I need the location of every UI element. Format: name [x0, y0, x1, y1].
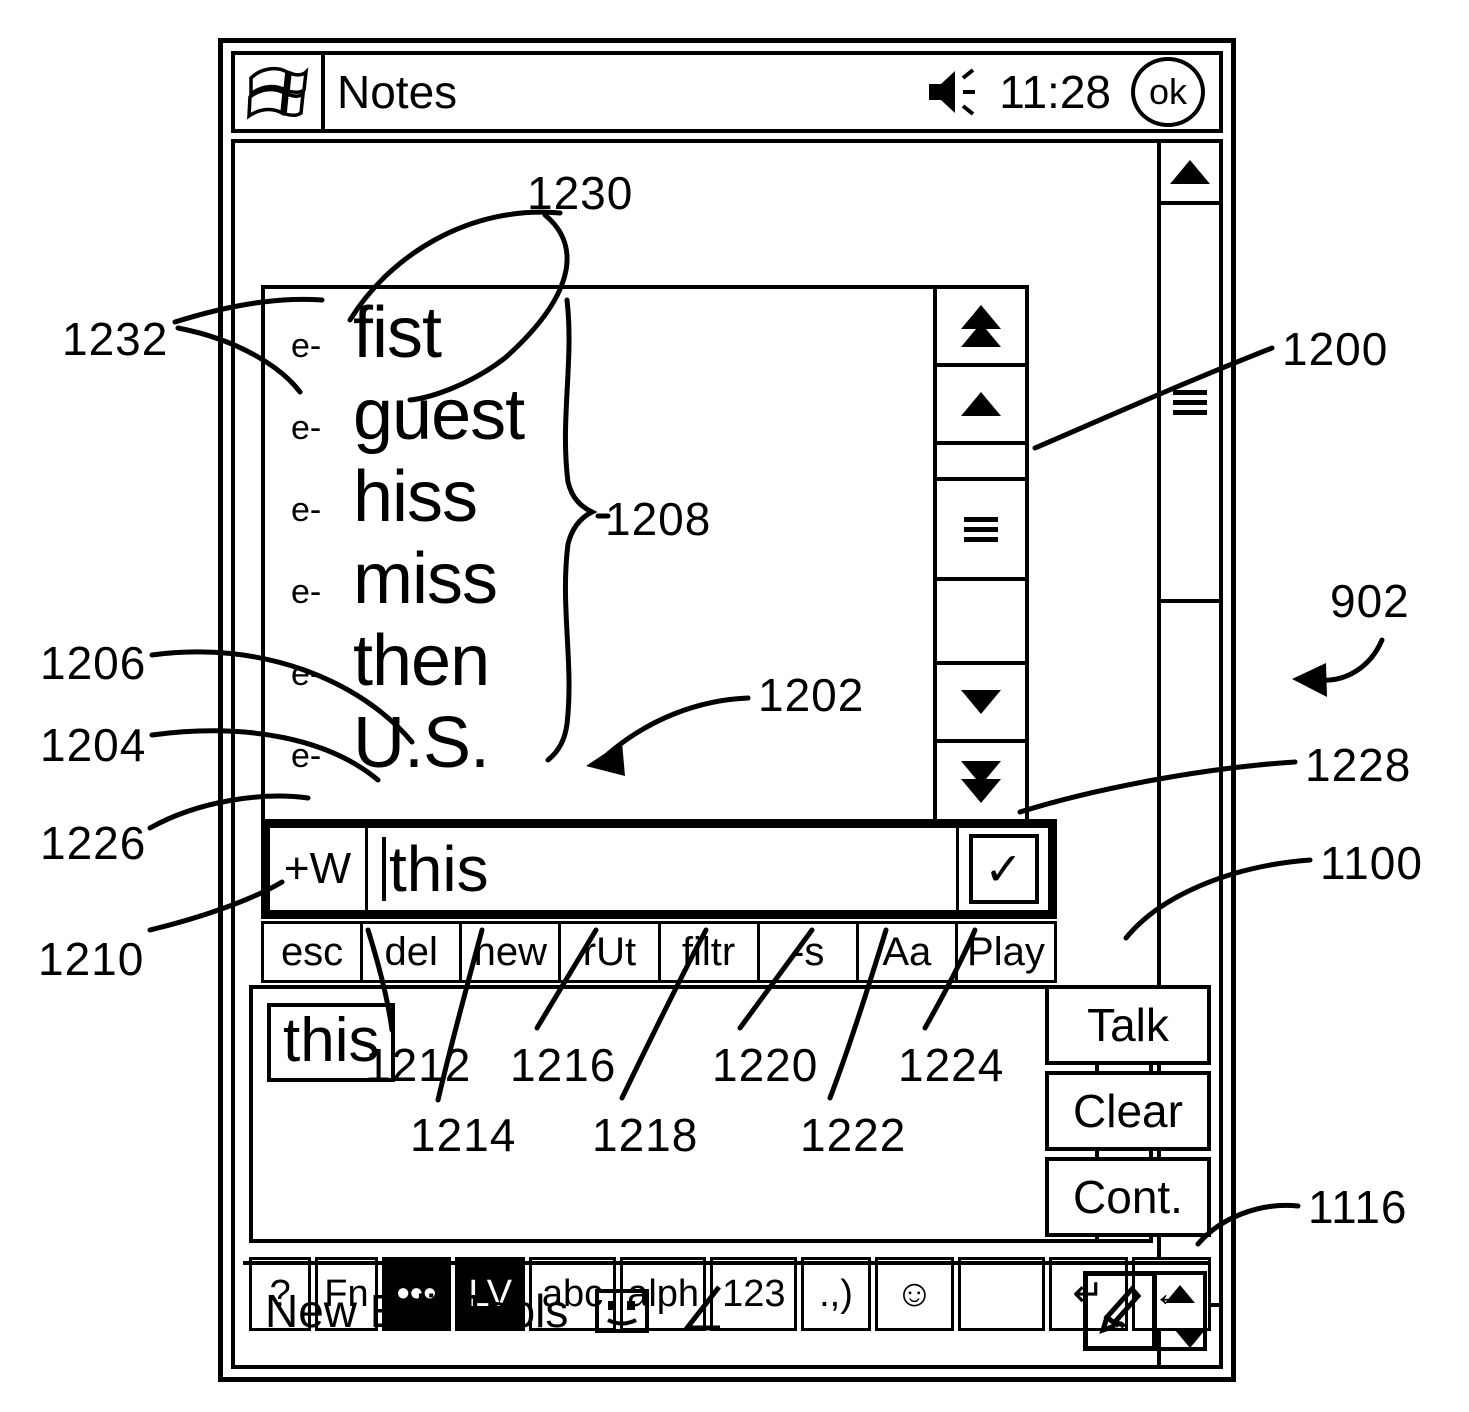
callout-1220: 1220: [712, 1039, 819, 1091]
clear-button[interactable]: Clear: [1045, 1071, 1211, 1151]
text-editor-area[interactable]: this: [249, 985, 1153, 1243]
ok-button[interactable]: ok: [1131, 57, 1205, 127]
list-item[interactable]: e- guest: [291, 379, 933, 461]
up-arrow-icon: [1165, 1285, 1195, 1303]
pen-icon[interactable]: [676, 1284, 728, 1338]
list-item-bullet: e-: [291, 409, 322, 447]
main-scroll-up-button[interactable]: [1161, 143, 1219, 205]
callout-1214: 1214: [410, 1109, 517, 1161]
down-arrow-icon: [961, 690, 1001, 714]
list-item-bullet: e-: [291, 655, 322, 693]
list-scroll-track[interactable]: [937, 581, 1025, 665]
start-button[interactable]: [235, 55, 325, 129]
grip-lines-icon: [964, 516, 998, 542]
command-key-del[interactable]: del: [360, 921, 460, 983]
add-word-button[interactable]: +W: [270, 828, 368, 910]
callout-1208: 1208: [605, 493, 712, 545]
command-key-rut[interactable]: rUt: [558, 921, 658, 983]
list-item[interactable]: e- fist: [291, 297, 933, 379]
list-item-bullet: e-: [291, 573, 322, 611]
main-scroll-thumb[interactable]: [1161, 205, 1219, 603]
callout-1200: 1200: [1282, 323, 1389, 375]
callout-1218: 1218: [592, 1109, 699, 1161]
double-up-arrow-icon: [961, 305, 1001, 347]
status-bar-icons: [594, 1284, 728, 1338]
list-item-bullet: e-: [291, 737, 322, 775]
word-list-scrollbar[interactable]: [933, 289, 1025, 821]
callout-1232: 1232: [62, 313, 169, 365]
callout-1226: 1226: [40, 817, 147, 869]
list-scroll-gap-top[interactable]: [937, 445, 1025, 481]
list-page-up-button[interactable]: [937, 289, 1025, 367]
list-page-down-button[interactable]: [937, 743, 1025, 821]
callout-902: 902: [1330, 575, 1410, 627]
word-input-bar[interactable]: +W this ✓: [261, 819, 1057, 919]
callout-1116: 1116: [1308, 1181, 1408, 1233]
word-list: e- fist e- guest e- hiss e- miss e- then…: [265, 289, 933, 821]
action-button-group: Talk Clear Cont.: [1045, 985, 1211, 1237]
callout-1216: 1216: [510, 1039, 617, 1091]
windows-flag-icon: [247, 64, 309, 120]
patent-figure: Notes 11:28 ok e- fist e- guest e- hiss …: [0, 0, 1469, 1412]
page-title: Notes: [337, 66, 458, 118]
list-item-bullet: e-: [291, 327, 322, 365]
callout-1204: 1204: [40, 719, 147, 771]
speaker-icon[interactable]: [923, 64, 985, 120]
list-line-down-button[interactable]: [937, 665, 1025, 743]
up-arrow-icon: [1170, 160, 1210, 184]
list-item-label: then: [353, 621, 490, 701]
status-bar-label[interactable]: New Edit Tools: [265, 1288, 568, 1334]
command-key-aa[interactable]: Aa: [855, 921, 955, 983]
list-item[interactable]: e- miss: [291, 543, 933, 625]
callout-1212: 1212: [365, 1039, 472, 1091]
callout-1224: 1224: [898, 1039, 1005, 1091]
cont-button[interactable]: Cont.: [1045, 1157, 1211, 1237]
pda-device-window: Notes 11:28 ok e- fist e- guest e- hiss …: [218, 38, 1236, 1382]
list-line-up-button[interactable]: [937, 367, 1025, 445]
input-panel-expand-button[interactable]: [1157, 1271, 1207, 1351]
title-bar-right: 11:28 ok: [923, 55, 1219, 129]
callout-1210: 1210: [38, 933, 145, 985]
command-toolbar[interactable]: esc del new rUt filtr -s Aa Play: [261, 921, 1057, 983]
up-arrow-icon: [961, 392, 1001, 416]
list-item-label: hiss: [353, 457, 478, 537]
word-input-field[interactable]: this: [368, 828, 956, 910]
clock: 11:28: [999, 66, 1111, 118]
command-key-new[interactable]: new: [459, 921, 559, 983]
checkmark-icon: ✓: [968, 834, 1039, 904]
talk-button[interactable]: Talk: [1045, 985, 1211, 1065]
title-bar: Notes 11:28 ok: [231, 51, 1223, 133]
list-scroll-thumb[interactable]: [937, 481, 1025, 581]
callout-1202: 1202: [758, 669, 865, 721]
input-panel-controls: [1083, 1271, 1211, 1351]
status-bar: New Edit Tools: [243, 1261, 1211, 1357]
keyboard-icon[interactable]: [594, 1287, 650, 1335]
list-item-label: U.S.: [353, 703, 490, 783]
list-item-bullet: e-: [291, 491, 322, 529]
text-caret: [382, 837, 386, 901]
stylus-write-icon[interactable]: [1083, 1271, 1157, 1351]
word-input-value: this: [389, 833, 489, 905]
callout-1100: 1100: [1320, 837, 1423, 889]
word-candidate-list-panel[interactable]: e- fist e- guest e- hiss e- miss e- then…: [261, 285, 1029, 825]
command-key-filtr[interactable]: filtr: [657, 921, 757, 983]
grip-lines-icon: [1173, 389, 1207, 415]
command-key-minus-s[interactable]: -s: [756, 921, 856, 983]
command-key-esc[interactable]: esc: [261, 921, 361, 983]
callout-1222: 1222: [800, 1109, 907, 1161]
client-area: e- fist e- guest e- hiss e- miss e- then…: [231, 139, 1223, 1369]
accept-word-button[interactable]: ✓: [956, 828, 1048, 910]
command-key-play[interactable]: Play: [954, 921, 1057, 983]
callout-1228: 1228: [1305, 739, 1412, 791]
list-item-label: guest: [353, 375, 525, 455]
callout-1230: 1230: [527, 167, 634, 219]
list-item-label: fist: [353, 293, 442, 373]
double-down-arrow-icon: [961, 761, 1001, 803]
callout-1206: 1206: [40, 637, 147, 689]
list-item-label: miss: [353, 539, 498, 619]
